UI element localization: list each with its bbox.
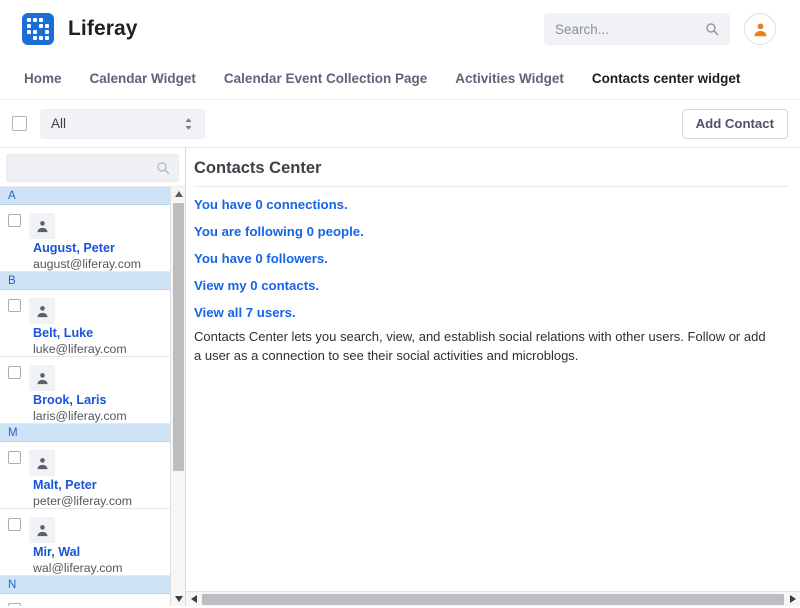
- nav-item-activities-widget[interactable]: Activities Widget: [455, 71, 564, 86]
- nav-item-calendar-widget[interactable]: Calendar Widget: [90, 71, 196, 86]
- liferay-logo-icon: [22, 13, 54, 45]
- contact-email: august@liferay.com: [33, 257, 141, 271]
- nav-item-contacts-center-widget[interactable]: Contacts center widget: [592, 71, 741, 86]
- group-header-m: M: [0, 424, 170, 442]
- list-item[interactable]: August, Peter august@liferay.com: [0, 205, 170, 272]
- user-avatar-icon: [754, 22, 766, 36]
- contact-email: laris@liferay.com: [33, 409, 127, 423]
- main-navigation: Home Calendar Widget Calendar Event Coll…: [0, 58, 800, 100]
- search-icon: [156, 161, 170, 175]
- contact-checkbox[interactable]: [8, 299, 21, 312]
- contacts-search-input[interactable]: [6, 154, 179, 182]
- contact-email: peter@liferay.com: [33, 494, 133, 508]
- contact-name[interactable]: Belt, Luke: [33, 326, 93, 340]
- search-icon: [705, 22, 719, 36]
- view-all-users-link[interactable]: View all 7 users.: [194, 305, 788, 320]
- scroll-up-arrow-icon[interactable]: [171, 187, 185, 201]
- contacts-list-panel: A August, Peter august@liferay.com B Bel…: [0, 148, 186, 606]
- page-title: Contacts Center: [194, 159, 322, 177]
- contact-name[interactable]: Brook, Laris: [33, 393, 106, 407]
- list-item[interactable]: Mir, Wal wal@liferay.com: [0, 509, 170, 576]
- scroll-down-arrow-icon[interactable]: [171, 592, 185, 606]
- scrollbar-thumb[interactable]: [173, 203, 184, 471]
- contacts-vertical-scrollbar[interactable]: [170, 187, 185, 606]
- view-my-contacts-link[interactable]: View my 0 contacts.: [194, 278, 788, 293]
- filter-select[interactable]: All: [40, 108, 205, 139]
- filter-select-value: All: [51, 116, 67, 131]
- contact-checkbox[interactable]: [8, 214, 21, 227]
- group-header-b: B: [0, 272, 170, 290]
- list-item[interactable]: [0, 594, 170, 606]
- contact-name[interactable]: Mir, Wal: [33, 545, 80, 559]
- contact-checkbox[interactable]: [8, 518, 21, 531]
- contacts-body: A August, Peter august@liferay.com B Bel…: [0, 148, 800, 606]
- search-input[interactable]: Search...: [544, 13, 730, 45]
- contacts-list: A August, Peter august@liferay.com B Bel…: [0, 187, 170, 606]
- contact-avatar-icon: [29, 365, 55, 391]
- group-header-n: N: [0, 576, 170, 594]
- contacts-scroll-area: A August, Peter august@liferay.com B Bel…: [0, 186, 185, 606]
- contact-avatar-icon: [29, 517, 55, 543]
- connections-link[interactable]: You have 0 connections.: [194, 197, 788, 212]
- chevron-updown-icon: [183, 117, 194, 131]
- brand-name: Liferay: [68, 17, 138, 40]
- add-contact-button[interactable]: Add Contact: [681, 108, 788, 139]
- app-window: Liferay Search... Home Calendar Widget C…: [0, 0, 800, 608]
- followers-link[interactable]: You have 0 followers.: [194, 251, 788, 266]
- app-header: Liferay Search...: [0, 0, 800, 58]
- contact-avatar-icon: [29, 213, 55, 239]
- contact-avatar-icon: [29, 298, 55, 324]
- contact-avatar-icon: [29, 450, 55, 476]
- contact-checkbox[interactable]: [8, 603, 21, 606]
- contacts-center-content: Contacts Center You have 0 connections. …: [186, 148, 800, 366]
- contact-email: wal@liferay.com: [33, 561, 123, 575]
- list-item[interactable]: Belt, Luke luke@liferay.com: [0, 290, 170, 357]
- scroll-right-arrow-icon[interactable]: [785, 592, 800, 607]
- contact-checkbox[interactable]: [8, 366, 21, 379]
- description-text: Contacts Center lets you search, view, a…: [194, 329, 766, 363]
- header-actions: Search...: [544, 13, 776, 45]
- select-all-checkbox[interactable]: [12, 116, 27, 131]
- content-horizontal-scrollbar[interactable]: [186, 591, 800, 606]
- contact-email: luke@liferay.com: [33, 342, 127, 356]
- contact-name[interactable]: August, Peter: [33, 241, 115, 255]
- list-item[interactable]: Brook, Laris laris@liferay.com: [0, 357, 170, 424]
- title-divider: [194, 186, 788, 187]
- following-link[interactable]: You are following 0 people.: [194, 224, 788, 239]
- nav-item-calendar-event-collection-page[interactable]: Calendar Event Collection Page: [224, 71, 427, 86]
- scrollbar-thumb[interactable]: [202, 593, 784, 605]
- contacts-center-panel: Contacts Center You have 0 connections. …: [186, 148, 800, 606]
- contacts-toolbar: All Add Contact: [0, 100, 800, 148]
- group-header-a: A: [0, 187, 170, 205]
- brand[interactable]: Liferay: [22, 13, 138, 45]
- search-placeholder: Search...: [555, 21, 610, 37]
- nav-item-home[interactable]: Home: [24, 71, 62, 86]
- contact-checkbox[interactable]: [8, 451, 21, 464]
- scroll-left-arrow-icon[interactable]: [186, 592, 201, 607]
- contact-name[interactable]: Malt, Peter: [33, 478, 97, 492]
- list-item[interactable]: Malt, Peter peter@liferay.com: [0, 442, 170, 509]
- avatar[interactable]: [744, 13, 776, 45]
